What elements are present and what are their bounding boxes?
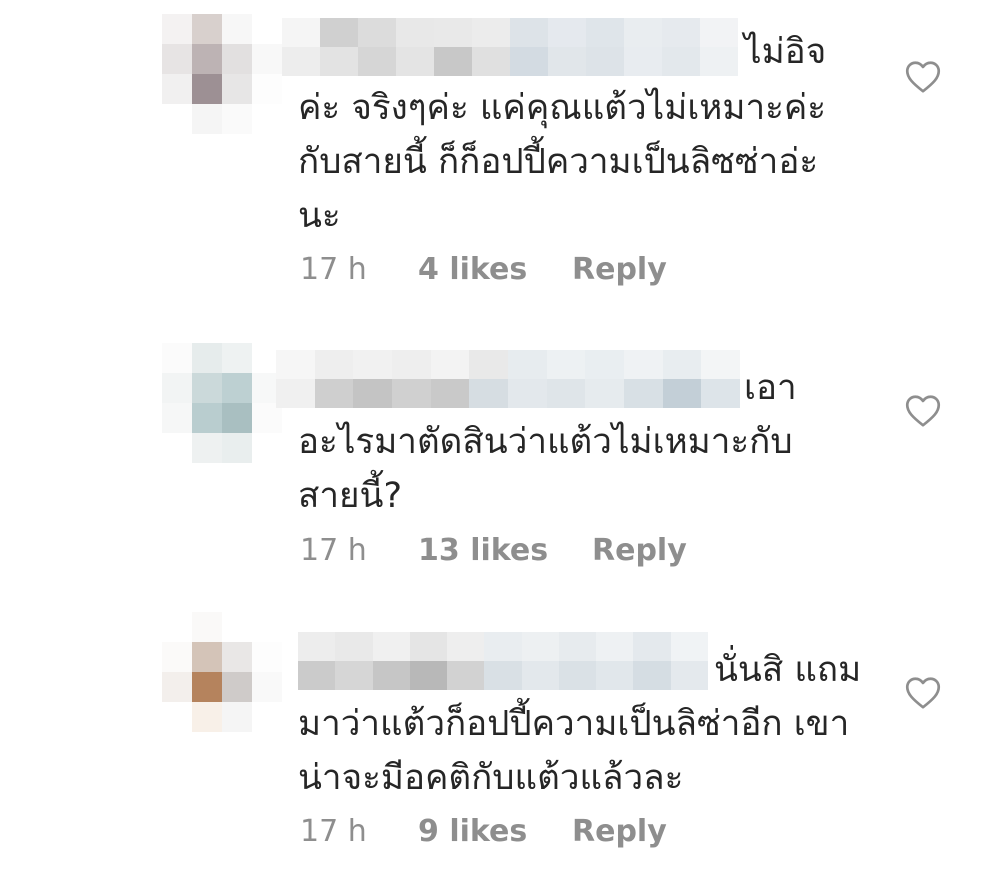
- reply-button[interactable]: Reply: [572, 250, 667, 290]
- likes-count-link[interactable]: 9 likes: [418, 812, 527, 852]
- likes-count-link[interactable]: 13 likes: [418, 531, 548, 571]
- comment-text-line: สายนี้?: [298, 476, 403, 516]
- comment-text-line: ไม่อิจ: [744, 32, 827, 72]
- avatar-pixelated[interactable]: [162, 14, 282, 134]
- username-blurred[interactable]: [282, 18, 738, 76]
- comment-timestamp: 17 h: [300, 252, 367, 287]
- comment-text-line: เอา: [744, 368, 797, 408]
- comment-text-line: มาว่าแต้วก็อปปี้ความเป็นลิซ่าอีก เขา: [298, 704, 850, 744]
- comment-text-line: นั่นสิ แถม: [714, 650, 862, 690]
- avatar-pixelated[interactable]: [162, 343, 282, 463]
- heart-outline-icon[interactable]: [905, 676, 941, 710]
- comment-text-line: กับสายนี้ ก็ก็อปปี้ความเป็นลิซซ่าอ่ะ: [298, 142, 819, 182]
- comment-timestamp: 17 h: [300, 814, 367, 849]
- heart-outline-icon[interactable]: [905, 394, 941, 428]
- username-blurred[interactable]: [276, 350, 741, 408]
- heart-outline-icon[interactable]: [905, 60, 941, 94]
- reply-button[interactable]: Reply: [592, 531, 687, 571]
- comment-text-line: ค่ะ จริงๆค่ะ แค่คุณแต้วไม่เหมาะค่ะ: [298, 88, 827, 128]
- likes-count-link[interactable]: 4 likes: [418, 250, 527, 290]
- comment-timestamp: 17 h: [300, 533, 367, 568]
- comment-text-line: อะไรมาตัดสินว่าแต้วไม่เหมาะกับ: [298, 422, 793, 462]
- comment-text-line: น่าจะมีอคติกับแต้วแล้วละ: [298, 758, 684, 798]
- comment-text-line: นะ: [298, 196, 341, 236]
- reply-button[interactable]: Reply: [572, 812, 667, 852]
- comments-page: { "comments": [ { "text_lines": [ "ไม่อิ…: [0, 0, 1000, 877]
- avatar-pixelated[interactable]: [162, 612, 282, 732]
- username-blurred[interactable]: [298, 632, 708, 690]
